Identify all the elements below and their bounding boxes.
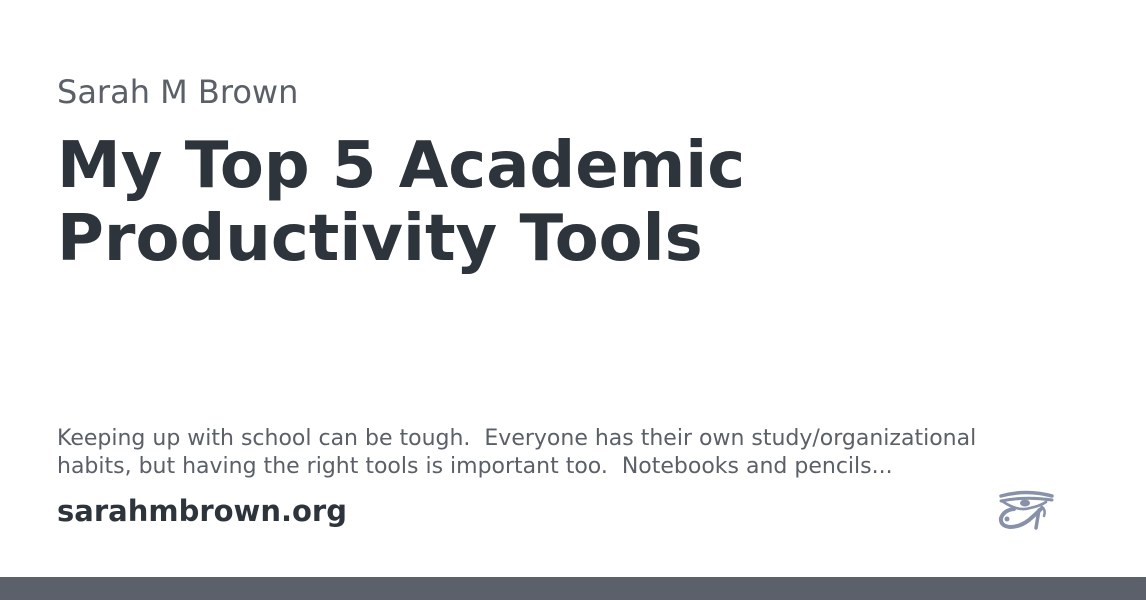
eye-of-horus-icon — [998, 490, 1054, 530]
page-title: My Top 5 Academic Productivity Tools — [57, 130, 1057, 276]
title-line: Productivity Tools — [57, 202, 703, 276]
excerpt-line: Keeping up with school can be tough. Eve… — [57, 426, 977, 451]
link-preview-card[interactable]: Sarah M Brown My Top 5 Academic Producti… — [0, 0, 1146, 577]
bottom-bar — [0, 577, 1146, 600]
excerpt-line: habits, but having the right tools is im… — [57, 454, 893, 479]
site-domain: sarahmbrown.org — [57, 494, 347, 528]
author-name: Sarah M Brown — [57, 73, 299, 111]
title-line: My Top 5 Academic — [57, 129, 746, 203]
excerpt: Keeping up with school can be tough. Eve… — [57, 425, 1097, 481]
